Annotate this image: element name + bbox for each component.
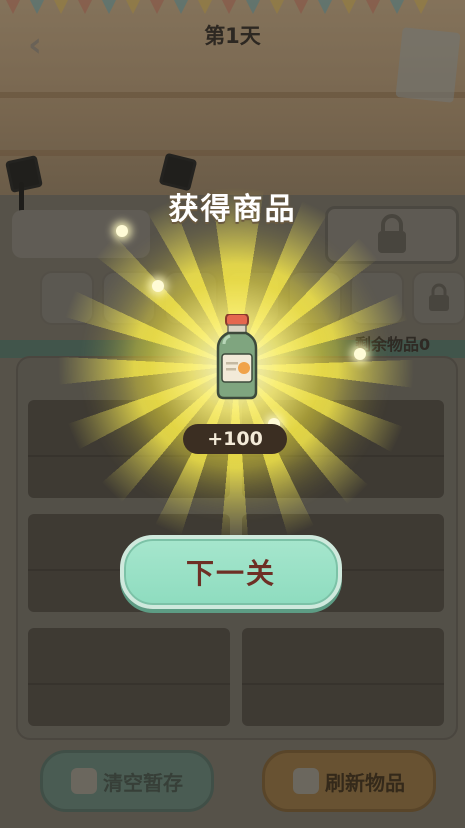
day-title: 第1天 bbox=[204, 24, 261, 48]
bottle-icon bbox=[216, 314, 258, 400]
reward-title: 获得商品 bbox=[168, 192, 297, 227]
next-level-button[interactable]: 下一关 bbox=[120, 535, 342, 609]
sparkle bbox=[354, 348, 366, 360]
sparkle bbox=[152, 280, 164, 292]
next-level-label: 下一关 bbox=[185, 557, 276, 590]
reward-amount-pill: +100 bbox=[183, 424, 287, 454]
